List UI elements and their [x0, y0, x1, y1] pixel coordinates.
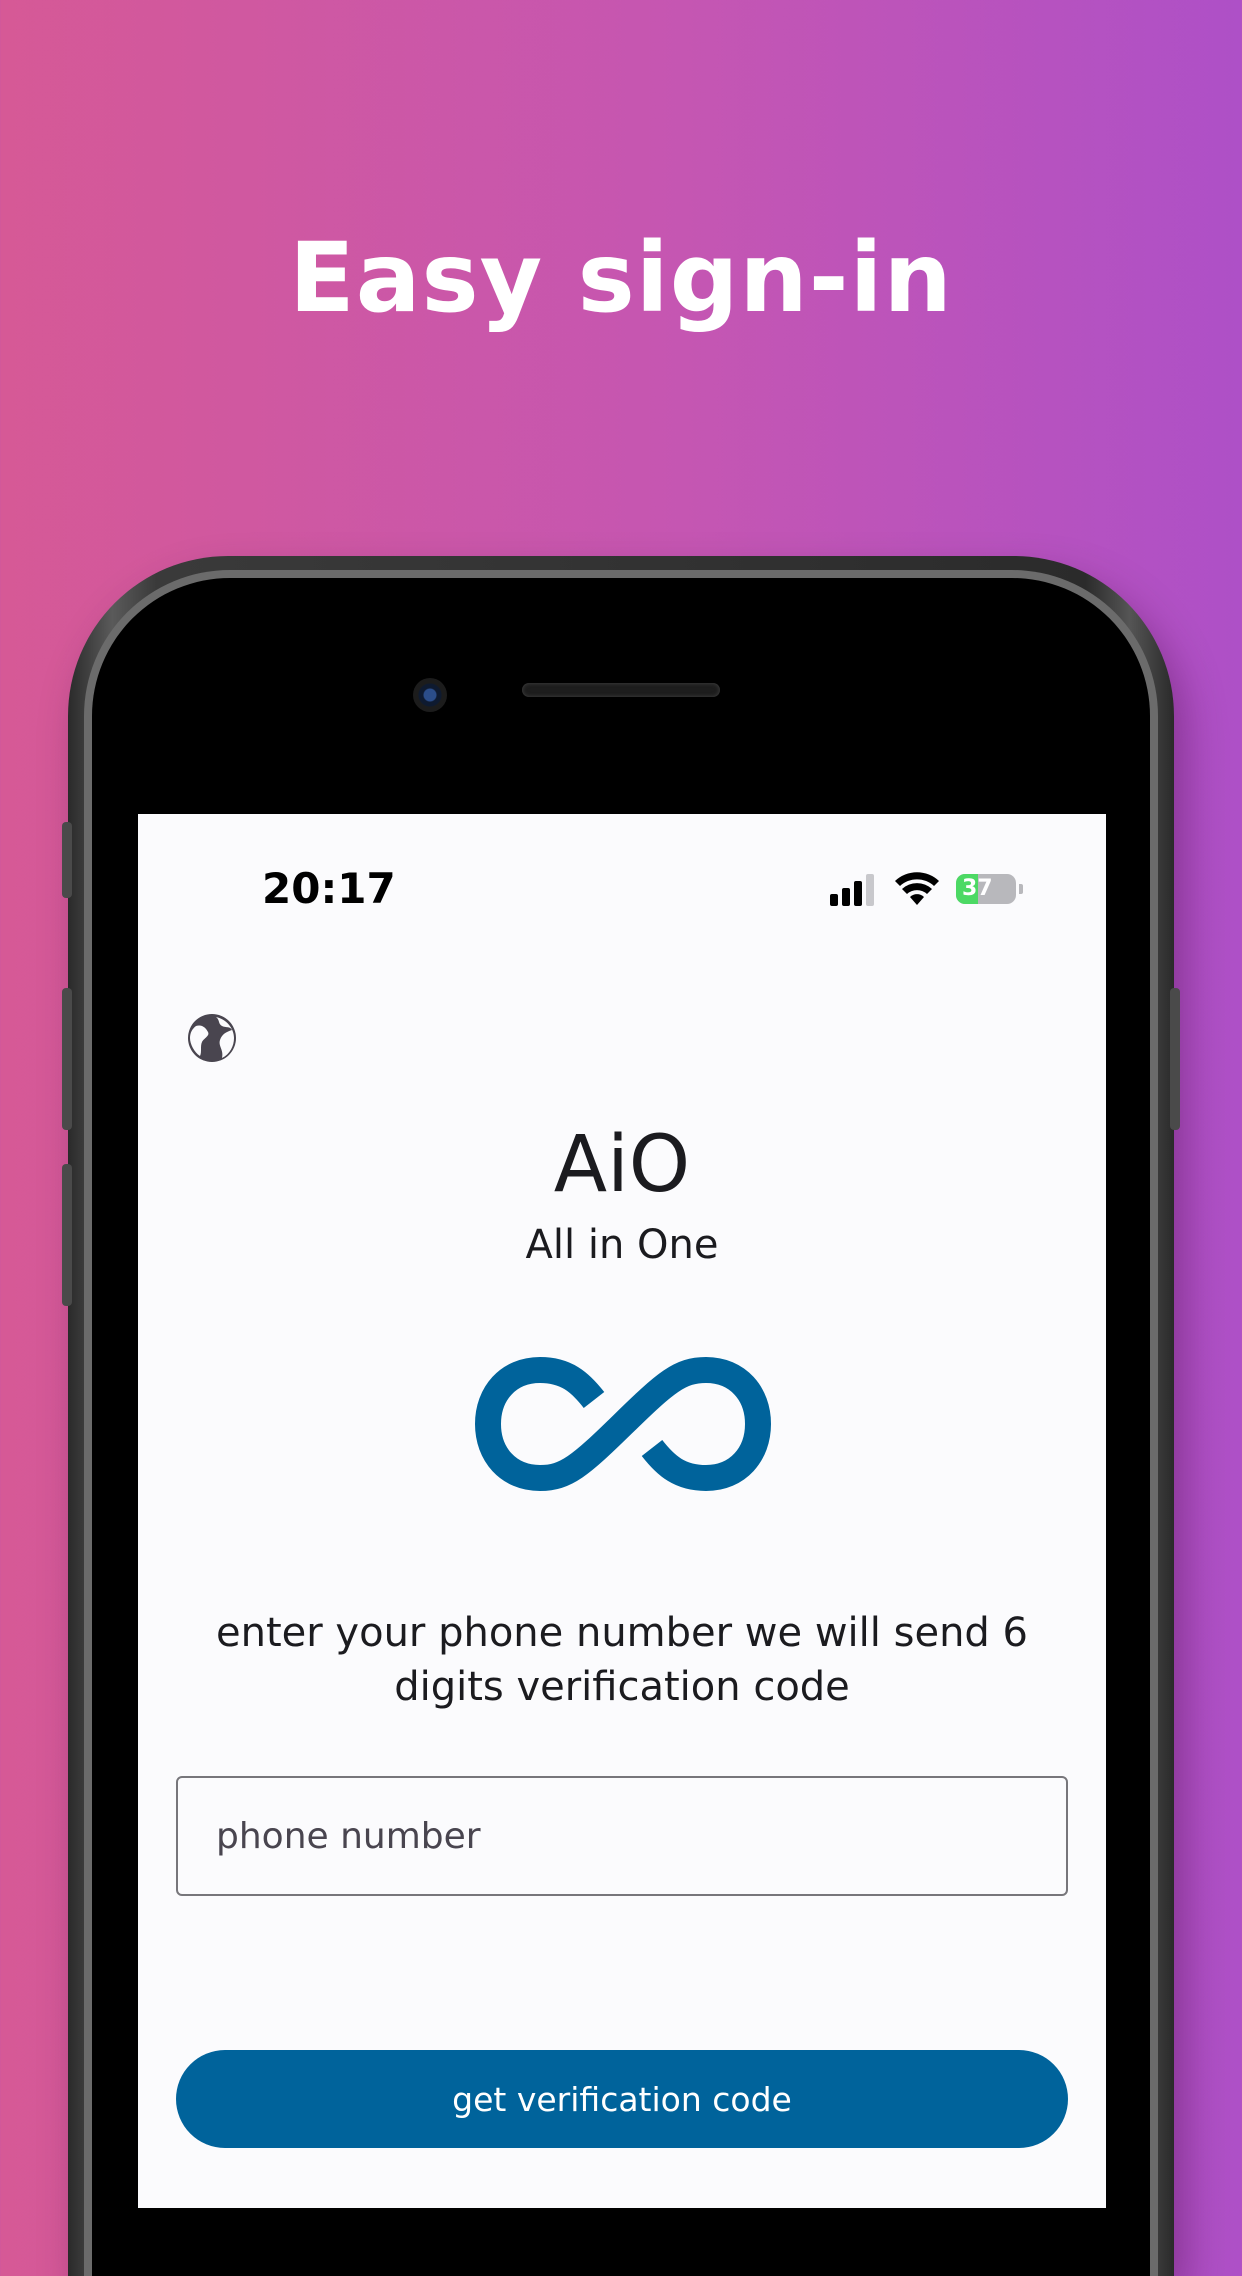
infinity-logo-icon	[474, 1356, 772, 1492]
instructions-text: enter your phone number we will send 6 d…	[216, 1610, 1028, 1710]
phone-volume-up-button	[62, 988, 72, 1130]
cellular-signal-icon	[830, 872, 878, 906]
phone-screen: 20:17 37 AiO All in One enter your phone…	[138, 814, 1106, 2208]
app-title: AiO	[553, 1120, 691, 1210]
phone-volume-down-button	[62, 1164, 72, 1306]
phone-number-input[interactable]	[176, 1776, 1068, 1896]
earpiece-speaker	[522, 683, 720, 697]
status-bar-time: 20:17	[262, 864, 396, 913]
phone-power-button	[1170, 988, 1180, 1130]
battery-tip	[1019, 884, 1023, 894]
phone-mute-switch	[62, 822, 72, 898]
battery-charging-icon: 37	[956, 874, 1016, 904]
globe-icon[interactable]	[186, 1012, 238, 1064]
app-subtitle: All in One	[525, 1222, 719, 1268]
marketing-headline: Easy sign-in	[289, 222, 953, 334]
get-verification-code-button[interactable]: get verification code	[176, 2050, 1068, 2148]
wifi-icon	[895, 872, 939, 905]
front-camera	[413, 678, 447, 712]
battery-level-text: 37	[962, 876, 993, 901]
